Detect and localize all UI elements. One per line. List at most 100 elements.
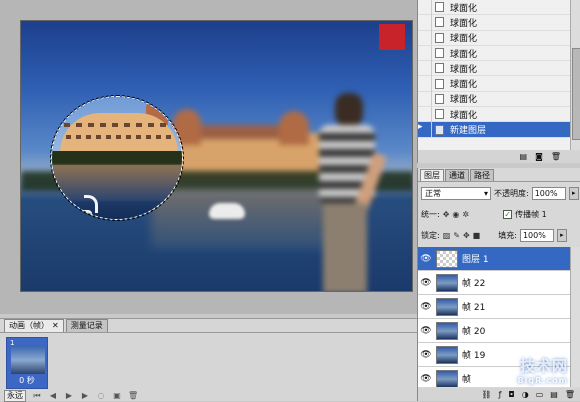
history-item-selected[interactable]: ▸ 新建图层 (418, 122, 570, 138)
snapshot-checkbox[interactable] (418, 14, 432, 30)
history-item[interactable]: 球面化 (418, 45, 570, 62)
next-frame-icon[interactable]: ▶ (80, 391, 90, 401)
layer-thumbnail (436, 297, 458, 316)
lock-move-icon[interactable]: ✥ (463, 231, 470, 240)
layer-thumbnail (436, 273, 458, 292)
document-icon (435, 124, 444, 135)
mask-icon[interactable]: ◘ (508, 390, 514, 399)
fill-slider-icon[interactable]: ▸ (556, 228, 567, 242)
duplicate-frame-icon[interactable]: ▣ (112, 391, 122, 401)
history-item-label: 球面化 (450, 18, 478, 29)
tab-layers[interactable]: 图层 (420, 169, 444, 181)
document-icon (435, 63, 444, 74)
frame-delay[interactable]: 0 秒 (7, 375, 47, 386)
history-item-label: 球面化 (450, 80, 478, 91)
eye-icon[interactable]: 👁 (418, 254, 434, 264)
camera-icon[interactable]: ◙ (535, 152, 543, 161)
history-item[interactable]: 球面化 (418, 14, 570, 31)
trash-icon[interactable]: 🗑 (128, 391, 138, 401)
spherize-selection[interactable] (50, 95, 184, 221)
frame-strip: 1 0 秒 (6, 337, 51, 397)
layer-name: 帧 20 (462, 327, 486, 337)
layer-row-selected[interactable]: 👁 图层 1 (418, 247, 570, 271)
history-item[interactable]: 球面化 (418, 91, 570, 108)
snapshot-checkbox[interactable] (418, 60, 432, 76)
lock-transparency-icon[interactable]: ▨ (443, 231, 451, 240)
snapshot-checkbox[interactable] (418, 91, 432, 107)
folder-icon[interactable]: ▭ (536, 390, 544, 399)
document-icon (435, 32, 444, 43)
fill-label: 填充: (498, 230, 517, 240)
blend-row: 正常 不透明度: 100% ▸ (421, 186, 579, 200)
lock-brush-icon[interactable]: ✎ (453, 231, 460, 240)
new-document-icon[interactable]: ▤ (520, 152, 528, 161)
tab-channels[interactable]: 通道 (445, 169, 469, 181)
history-item-label: 球面化 (450, 49, 478, 60)
eye-icon[interactable]: 👁 (418, 278, 434, 288)
palace-roof (201, 125, 281, 139)
document-icon (435, 48, 444, 59)
tab-measurement-log-label: 测量记录 (70, 321, 103, 330)
lock-all-icon[interactable]: ■ (473, 231, 481, 240)
unify-label: 统一: (421, 209, 440, 219)
close-icon[interactable]: ✕ (52, 320, 59, 332)
snapshot-checkbox[interactable] (418, 76, 432, 92)
eye-icon[interactable]: 👁 (418, 326, 434, 336)
animation-controls: 永远 ⏮ ◀ ▶ ▶ ◌ ▣ 🗑 (4, 389, 138, 402)
history-item[interactable]: 球面化 (418, 60, 570, 77)
tab-measurement-log[interactable]: 测量记录 (65, 319, 108, 332)
snapshot-checkbox[interactable] (418, 45, 432, 61)
layers-tabs: 图层 通道 路径 (418, 168, 580, 182)
unify-style-icon[interactable]: ✲ (462, 210, 469, 219)
opacity-slider-icon[interactable]: ▸ (568, 186, 579, 200)
lock-label: 锁定: (421, 230, 440, 240)
history-panel: 球面化 球面化 球面化 球面化 球面化 球面化 球面化 球面化 ▸ 新建图层 ▤ … (417, 0, 580, 163)
history-item-label: 球面化 (450, 64, 478, 75)
opacity-field[interactable]: 100% (531, 186, 566, 200)
history-item-label: 球面化 (450, 3, 478, 14)
first-frame-icon[interactable]: ⏮ (32, 391, 42, 401)
tween-icon[interactable]: ◌ (96, 391, 106, 401)
blurred-person (313, 93, 387, 291)
trash-icon[interactable]: 🗑 (565, 390, 575, 399)
tab-paths[interactable]: 路径 (470, 169, 494, 181)
layer-row[interactable]: 👁 帧 22 (418, 271, 570, 295)
seal-stamp (379, 24, 405, 50)
history-scrollbar[interactable] (570, 0, 580, 150)
prev-frame-icon[interactable]: ◀ (48, 391, 58, 401)
layer-name: 图层 1 (462, 255, 489, 265)
link-icon[interactable]: ⛓ (481, 390, 491, 399)
document-icon (435, 2, 444, 13)
snapshot-checkbox[interactable]: ▸ (418, 122, 432, 138)
loop-select[interactable]: 永远 (4, 389, 26, 402)
snapshot-checkbox[interactable] (418, 106, 432, 122)
blend-mode-select[interactable]: 正常 (421, 186, 491, 200)
history-item[interactable]: 球面化 (418, 106, 570, 123)
sphere-reflection (52, 165, 182, 201)
opacity-label: 不透明度: (494, 188, 529, 198)
image-canvas[interactable] (20, 20, 413, 292)
unify-position-icon[interactable]: ✥ (443, 210, 450, 219)
blurred-swan (209, 203, 245, 219)
animation-frame[interactable]: 1 0 秒 (6, 337, 48, 389)
layer-row[interactable]: 👁 帧 20 (418, 319, 570, 343)
history-item[interactable]: 球面化 (418, 30, 570, 46)
eye-icon[interactable]: 👁 (418, 302, 434, 312)
snapshot-checkbox[interactable] (418, 30, 432, 46)
history-item[interactable]: 球面化 (418, 0, 570, 16)
layer-row[interactable]: 👁 帧 21 (418, 295, 570, 319)
layer-name: 帧 21 (462, 303, 486, 313)
snapshot-checkbox[interactable] (418, 0, 432, 15)
fx-icon[interactable]: ƒ (499, 390, 502, 399)
animation-tabs: 动画（帧） ✕ 测量记录 (0, 319, 417, 333)
play-icon[interactable]: ▶ (64, 391, 74, 401)
new-layer-icon[interactable]: ▤ (550, 390, 558, 399)
adjustment-icon[interactable]: ◑ (522, 390, 529, 399)
propagate-checkbox[interactable]: ✓ (503, 209, 513, 219)
unify-visibility-icon[interactable]: ◉ (452, 210, 459, 219)
tab-animation[interactable]: 动画（帧） ✕ (4, 319, 64, 332)
trash-icon[interactable]: 🗑 (551, 152, 561, 161)
fill-field[interactable]: 100% (519, 228, 554, 242)
history-item[interactable]: 球面化 (418, 76, 570, 92)
history-item-label: 新建图层 (450, 126, 487, 137)
